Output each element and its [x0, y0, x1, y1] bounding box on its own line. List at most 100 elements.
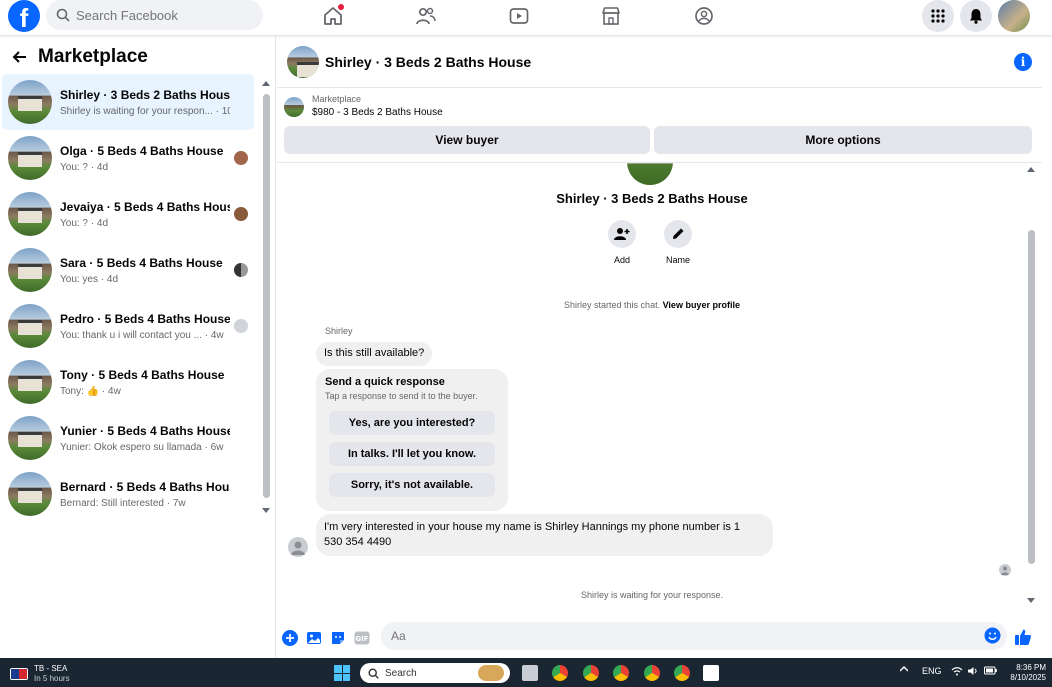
watch-icon[interactable] — [506, 4, 532, 28]
top-navigation-bar: f — [0, 0, 1052, 36]
conversation-item[interactable]: Olga · 5 Beds 4 Baths House You: ? · 4d — [2, 130, 254, 186]
chrome-icon[interactable] — [613, 665, 629, 681]
thread-scrollbar[interactable] — [1027, 166, 1037, 606]
more-options-button[interactable]: More options — [654, 126, 1032, 154]
windows-start-icon[interactable] — [334, 665, 350, 681]
listing-thumbnail — [8, 304, 52, 348]
marketplace-icon[interactable] — [598, 4, 624, 28]
quick-response-button[interactable]: In talks. I'll let you know. — [329, 442, 495, 466]
listing-source-label: Marketplace — [312, 94, 362, 104]
scroll-down-icon[interactable] — [262, 508, 270, 514]
conversation-preview: You: ? · 4d — [60, 161, 109, 173]
facebook-logo[interactable]: f — [8, 0, 40, 32]
scrollbar-thumb[interactable] — [263, 94, 270, 498]
conversation-title: Pedro · 5 Beds 4 Baths House — [60, 311, 230, 326]
profile-avatar[interactable] — [998, 0, 1030, 32]
thread-title: Shirley · 3 Beds 2 Baths House — [556, 191, 748, 206]
scrollbar-thumb[interactable] — [1028, 230, 1035, 564]
facebook-search[interactable] — [46, 0, 263, 30]
add-person-icon[interactable] — [608, 220, 636, 248]
quick-response-subtitle: Tap a response to send it to the buyer. — [325, 391, 478, 401]
name-action[interactable]: Name — [648, 220, 708, 265]
message-composer: GIF — [277, 618, 1042, 658]
sender-avatar — [288, 537, 308, 557]
notification-dot — [338, 4, 344, 10]
conversation-item[interactable]: Tony · 5 Beds 4 Baths House Tony: 👍 · 4w — [2, 354, 254, 410]
listing-avatar — [627, 163, 673, 185]
volume-icon[interactable] — [967, 666, 979, 676]
add-action[interactable]: Add — [592, 220, 652, 265]
conversation-title: Jevaiya · 5 Beds 4 Baths House — [60, 199, 230, 214]
conversation-title: Olga · 5 Beds 4 Baths House — [60, 143, 224, 158]
friends-icon[interactable] — [413, 4, 439, 28]
chat-started-notice: Shirley started this chat. View buyer pr… — [277, 300, 1027, 310]
listing-thumbnail — [8, 192, 52, 236]
gif-icon[interactable]: GIF — [353, 629, 371, 647]
listing-thumbnail — [8, 360, 52, 404]
home-icon[interactable] — [320, 4, 346, 28]
lion-highlight-icon — [478, 665, 504, 681]
taskbar-search-label: Search — [385, 667, 417, 679]
sender-name: Shirley — [325, 326, 353, 336]
message-input[interactable] — [391, 629, 971, 643]
listing-thumbnail — [8, 136, 52, 180]
conversation-item[interactable]: Sara · 5 Beds 4 Baths House You: yes · 4… — [2, 242, 254, 298]
plus-circle-icon[interactable] — [281, 629, 299, 647]
view-buyer-profile-link[interactable]: View buyer profile — [663, 300, 740, 310]
bell-icon[interactable] — [960, 0, 992, 32]
chrome-icon[interactable] — [644, 665, 660, 681]
conversation-item[interactable]: Jevaiya · 5 Beds 4 Baths House You: ? · … — [2, 186, 254, 242]
message-thread: Shirley · 3 Beds 2 Baths House Add Name … — [277, 163, 1027, 618]
scroll-up-icon[interactable] — [1027, 166, 1035, 172]
search-input[interactable] — [76, 7, 246, 23]
gaming-icon[interactable] — [691, 4, 717, 28]
conversation-title: Yunier · 5 Beds 4 Baths House — [60, 423, 230, 438]
quick-response-card: Send a quick response Tap a response to … — [316, 369, 508, 511]
search-icon — [56, 8, 70, 22]
conversation-header-title[interactable]: Shirley · 3 Beds 2 Baths House — [325, 54, 531, 70]
conversation-item[interactable]: Pedro · 5 Beds 4 Baths House You: thank … — [2, 298, 254, 354]
like-thumb-icon[interactable] — [1014, 628, 1032, 646]
message-input-field[interactable] — [381, 622, 1007, 650]
windows-taskbar: TB - SEA In 5 hours Search ENG 8:36 PM 8… — [0, 658, 1052, 687]
sticker-icon[interactable] — [329, 629, 347, 647]
wifi-icon[interactable] — [951, 666, 963, 676]
photo-icon[interactable] — [305, 629, 323, 647]
chrome-icon[interactable] — [674, 665, 690, 681]
weather-widget[interactable]: TB - SEA In 5 hours — [10, 664, 70, 684]
conversation-preview: Tony: 👍 · 4w — [60, 385, 121, 397]
started-text: Shirley started this chat. — [564, 300, 661, 310]
emoji-icon[interactable] — [984, 627, 1001, 644]
language-indicator[interactable]: ENG — [922, 666, 942, 676]
svg-text:GIF: GIF — [355, 635, 368, 643]
battery-icon[interactable] — [984, 666, 997, 675]
conversation-item[interactable]: Bernard · 5 Beds 4 Baths House Bernard: … — [2, 466, 254, 522]
conversation-panel: Shirley · 3 Beds 2 Baths House i Marketp… — [277, 36, 1052, 658]
listing-summary[interactable]: Marketplace $980 - 3 Beds 2 Baths House — [284, 94, 443, 118]
chrome-icon[interactable] — [583, 665, 599, 681]
task-view-icon[interactable] — [522, 665, 538, 681]
quick-response-button[interactable]: Yes, are you interested? — [329, 411, 495, 435]
inbox-scrollbar[interactable] — [262, 80, 270, 513]
chevron-up-icon[interactable] — [900, 666, 908, 672]
scroll-down-icon[interactable] — [1027, 598, 1035, 604]
pencil-icon[interactable] — [664, 220, 692, 248]
chrome-icon[interactable] — [552, 665, 568, 681]
seen-avatar — [234, 151, 248, 165]
conversation-item[interactable]: Yunier · 5 Beds 4 Baths House Yunier: Ok… — [2, 410, 254, 466]
menu-grid-icon[interactable] — [922, 0, 954, 32]
document-app-icon[interactable] — [703, 665, 719, 681]
quick-response-title: Send a quick response — [325, 376, 445, 388]
conversation-preview: Yunier: Okok espero su llamada · 6w — [60, 441, 224, 453]
view-buyer-button[interactable]: View buyer — [284, 126, 650, 154]
conversation-title: Bernard · 5 Beds 4 Baths House — [60, 479, 230, 494]
info-icon[interactable]: i — [1014, 53, 1032, 71]
back-arrow-icon[interactable] — [12, 49, 28, 65]
scroll-up-icon[interactable] — [262, 80, 270, 86]
conversation-preview: Shirley is waiting for your respon... · … — [60, 105, 230, 117]
conversation-item[interactable]: Shirley · 3 Beds 2 Baths House Shirley i… — [2, 74, 254, 130]
taskbar-search[interactable]: Search — [360, 663, 510, 683]
quick-response-button[interactable]: Sorry, it's not available. — [329, 473, 495, 497]
system-clock[interactable]: 8:36 PM 8/10/2025 — [1004, 663, 1046, 683]
weather-subtitle: In 5 hours — [34, 674, 70, 683]
